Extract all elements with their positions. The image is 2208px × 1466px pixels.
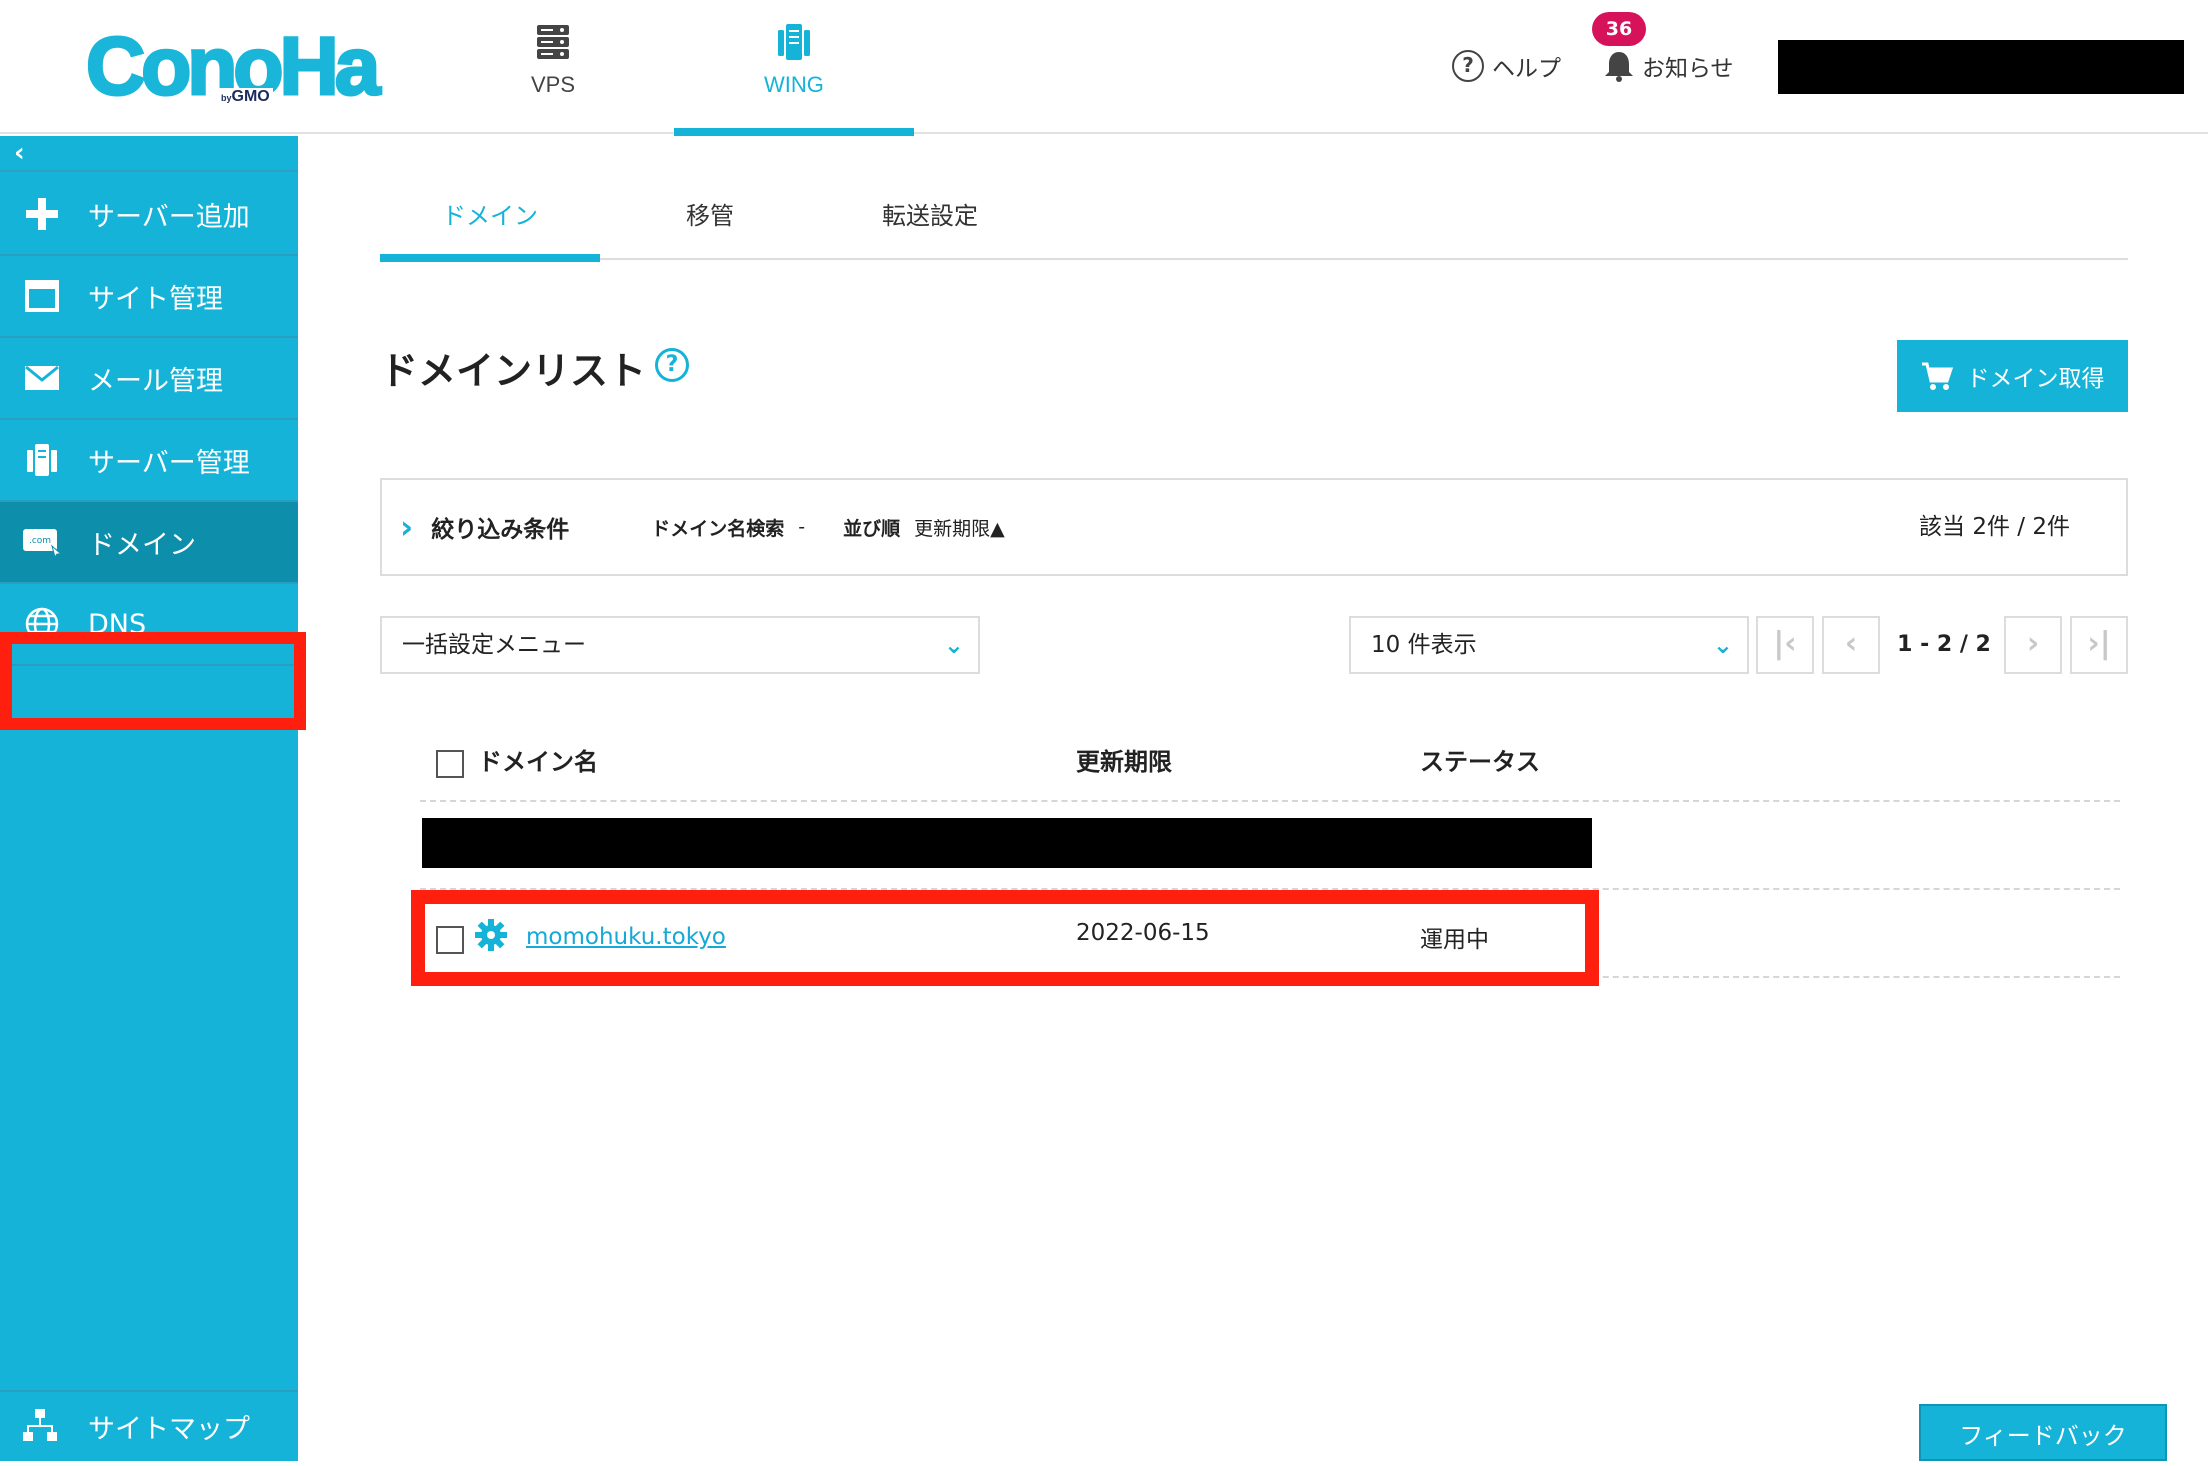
sidebar-item-label: DNS	[88, 608, 147, 640]
plus-icon	[22, 194, 62, 234]
redacted-row	[422, 818, 1592, 868]
globe-icon	[22, 604, 62, 644]
nav-wing[interactable]: WING	[674, 0, 914, 136]
per-page-select[interactable]: 10 件表示 ⌄	[1349, 616, 1749, 674]
feedback-button[interactable]: フィードバック	[1919, 1404, 2167, 1461]
sidebar-item-site[interactable]: サイト管理	[0, 256, 298, 338]
column-header-status: ステータス	[1420, 748, 1540, 776]
sidebar-collapse-button[interactable]: ‹	[0, 136, 298, 172]
redacted-account	[1778, 40, 2184, 94]
help-icon: ?	[1452, 50, 1484, 82]
notice-label: お知らせ	[1642, 56, 1734, 82]
status-text: 運用中	[1420, 927, 1489, 953]
get-domain-label: ドメイン取得	[1966, 366, 2105, 392]
notice-link[interactable]: お知らせ	[1604, 48, 1734, 84]
mail-icon	[22, 358, 62, 398]
filter-search-value: -	[798, 516, 806, 538]
sidebar-item-label: ドメイン	[88, 529, 196, 561]
sidebar-item-label: サーバー管理	[88, 447, 250, 479]
page-last-button[interactable]: ›|	[2070, 616, 2128, 674]
top-header: ConoHa byGMO VPS WING ? ヘルプ 36 お知らせ	[0, 0, 2208, 136]
result-count: 該当 2件 / 2件	[1919, 514, 2070, 540]
filter-sort-key: 並び順	[843, 517, 901, 540]
select-all-checkbox[interactable]	[436, 750, 464, 778]
help-label: ヘルプ	[1492, 56, 1561, 82]
nav-vps[interactable]: VPS	[433, 0, 673, 134]
get-domain-button[interactable]: ドメイン取得	[1897, 340, 2128, 412]
sidebar-item-label: サイトマップ	[88, 1414, 250, 1445]
per-page-value: 10 件表示	[1371, 632, 1477, 658]
sidebar-item-domain[interactable]: .com ドメイン	[0, 502, 298, 584]
server-stack-icon	[537, 25, 569, 59]
title-help-icon[interactable]: ?	[655, 348, 689, 382]
cart-icon	[1921, 362, 1953, 390]
tab-domain[interactable]: ドメイン	[380, 190, 600, 262]
page-title: ドメインリスト	[380, 349, 647, 393]
filter-title[interactable]: 絞り込み条件	[431, 510, 569, 544]
nav-active-indicator	[674, 128, 914, 136]
server-icon	[22, 440, 62, 480]
wing-server-icon	[778, 24, 810, 60]
page-range: 1 - 2 / 2	[1897, 632, 1991, 657]
tab-forwarding[interactable]: 転送設定	[820, 190, 1040, 260]
bell-icon	[1605, 52, 1633, 82]
domain-link[interactable]: momohuku.tokyo	[526, 924, 726, 950]
expiry-date: 2022-06-15	[1076, 920, 1210, 946]
column-header-expiry: 更新期限	[1076, 748, 1172, 776]
sidebar-item-label: サーバー追加	[88, 201, 250, 233]
page-next-button[interactable]: ›	[2004, 616, 2062, 674]
sidebar-item-mail[interactable]: メール管理	[0, 338, 298, 420]
sidebar-item-sitemap[interactable]: サイトマップ	[0, 1390, 298, 1461]
bulk-settings-value: 一括設定メニュー	[402, 632, 586, 658]
row-divider	[420, 888, 2120, 890]
conoha-logo[interactable]: ConoHa byGMO	[84, 20, 381, 113]
row-divider	[420, 976, 2120, 978]
nav-vps-label: VPS	[530, 72, 576, 97]
page-prev-button[interactable]: ‹	[1822, 616, 1880, 674]
gear-icon[interactable]	[474, 918, 508, 952]
row-checkbox[interactable]	[436, 926, 464, 954]
filter-panel: › 絞り込み条件 ドメイン名検索 - 並び順 更新期限▲ 該当 2件 / 2件	[380, 478, 2128, 576]
sidebar-item-dns[interactable]: DNS	[0, 584, 298, 666]
chevron-down-icon: ⌄	[1712, 631, 1733, 659]
filter-sort-value: 更新期限▲	[914, 517, 1005, 540]
sidebar: ‹ サーバー追加 サイト管理 メール管理 サーバー管理 .com ドメイン DN…	[0, 136, 306, 1461]
bulk-settings-select[interactable]: 一括設定メニュー ⌄	[380, 616, 980, 674]
domain-com-icon: .com	[22, 522, 62, 562]
sidebar-item-add-server[interactable]: サーバー追加	[0, 174, 298, 256]
logo-gmo: byGMO	[218, 88, 273, 107]
sitemap-icon	[22, 1407, 62, 1447]
column-header-domain: ドメイン名	[478, 748, 598, 776]
help-link[interactable]: ? ヘルプ	[1452, 48, 1561, 84]
page-first-button[interactable]: |‹	[1756, 616, 1814, 674]
window-icon	[22, 276, 62, 316]
sidebar-item-label: サイト管理	[88, 283, 223, 315]
filter-expand-icon[interactable]: ›	[400, 508, 413, 546]
filter-search-key: ドメイン名検索	[651, 517, 785, 540]
sidebar-item-label: メール管理	[88, 365, 223, 397]
sidebar-item-server[interactable]: サーバー管理	[0, 420, 298, 502]
domain-tabs: ドメイン 移管 転送設定	[380, 190, 2128, 262]
chevron-down-icon: ⌄	[943, 631, 964, 659]
notice-count-badge: 36	[1592, 12, 1646, 46]
nav-wing-label: WING	[764, 72, 824, 97]
row-divider	[420, 800, 2120, 802]
svg-text:.com: .com	[29, 536, 51, 546]
tab-transfer[interactable]: 移管	[600, 190, 820, 260]
